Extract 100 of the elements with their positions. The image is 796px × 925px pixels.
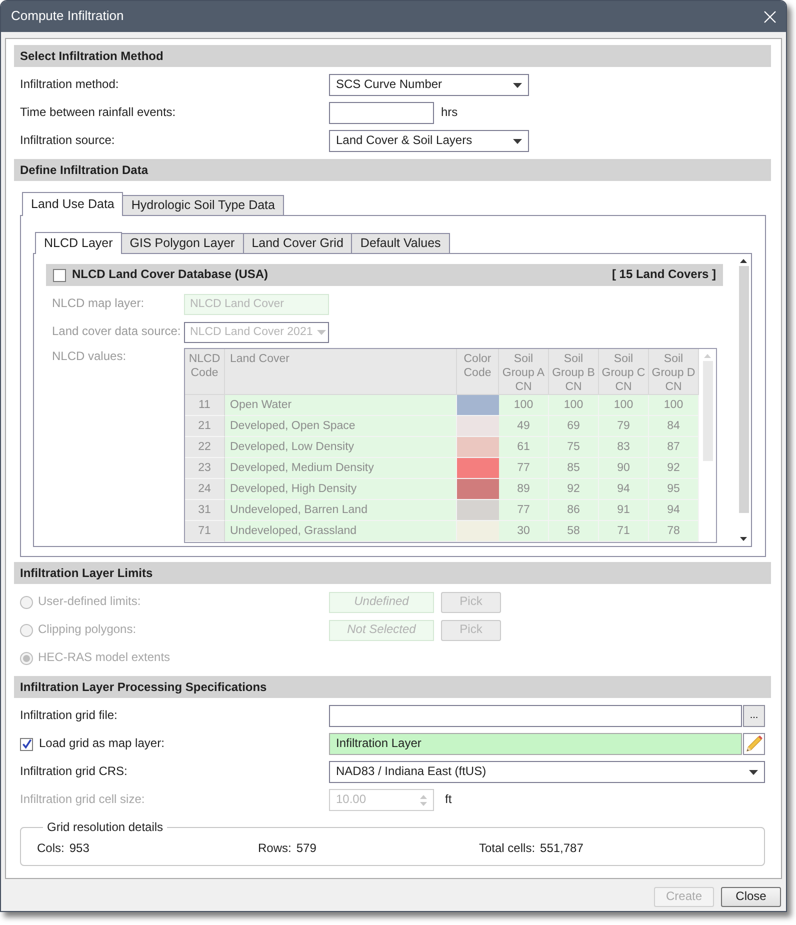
table-cell: 78 [649, 521, 699, 542]
field-label: Infiltration source: [20, 133, 116, 149]
table-cell: Undeveloped, Grassland [225, 521, 457, 542]
column-header: Soil Group D CN [649, 349, 699, 395]
group-box-title: Grid resolution details [46, 820, 164, 834]
table-cell: Developed, High Density [225, 479, 457, 500]
detail-label: Cols: [37, 841, 64, 855]
caret-icon[interactable] [749, 770, 758, 774]
table-cell: 92 [649, 458, 699, 479]
section-header: Define Infiltration Data [14, 159, 771, 181]
table-cell: 77 [499, 458, 549, 479]
caret-icon[interactable] [513, 138, 522, 144]
table-cell: 21 [185, 416, 225, 437]
group-title: NLCD Land Cover Database (USA) [72, 267, 268, 283]
table-cell: Developed, Low Density [225, 437, 457, 458]
edit-button[interactable] [743, 733, 765, 755]
field-label: Infiltration grid file: [20, 708, 118, 724]
table-cell: 92 [549, 479, 599, 500]
file-path-field[interactable] [329, 705, 742, 727]
field-label: Land cover data source: [52, 324, 182, 340]
section-header: Select Infiltration Method [14, 45, 771, 67]
dialog-button[interactable]: Close [721, 887, 781, 907]
detail-value: 579 [296, 841, 316, 855]
radio-label: User-defined limits: [38, 594, 141, 610]
scroll-up-icon[interactable] [740, 259, 747, 263]
table-cell: 84 [649, 416, 699, 437]
table-cell: 22 [185, 437, 225, 458]
table-cell: 71 [185, 521, 225, 542]
table-cell: 94 [599, 479, 649, 500]
detail-label: Rows: [258, 841, 292, 855]
table-cell: 100 [549, 395, 599, 416]
checkbox[interactable] [53, 268, 66, 282]
layer-name-field[interactable]: Infiltration Layer [329, 733, 742, 755]
table-cell: Developed, Medium Density [225, 458, 457, 479]
dropdown[interactable]: SCS Curve Number [329, 74, 529, 96]
tab[interactable]: GIS Polygon Layer [120, 233, 244, 253]
scrollbar-thumb[interactable] [738, 266, 748, 513]
table-cell: Undeveloped, Barren Land [225, 500, 457, 521]
table-cell: 58 [549, 521, 599, 542]
browse-button[interactable]: ... [743, 705, 765, 727]
table-cell: 90 [599, 458, 649, 479]
tab[interactable]: Land Use Data [22, 192, 124, 216]
close-icon[interactable] [764, 10, 776, 22]
table-cell: Developed, Open Space [225, 416, 457, 437]
table-cell: 83 [599, 437, 649, 458]
field-label: Infiltration method: [20, 77, 120, 93]
input-field[interactable] [329, 102, 434, 124]
table-cell: 49 [499, 416, 549, 437]
table-cell: 23 [185, 458, 225, 479]
table-cell: 100 [649, 395, 699, 416]
detail-value: 953 [69, 841, 90, 855]
table-cell: 61 [499, 437, 549, 458]
table-cell: Open Water [225, 395, 457, 416]
table-cell: 75 [549, 437, 599, 458]
table-cell: 71 [599, 521, 649, 542]
table-cell: 100 [599, 395, 649, 416]
table-cell: 86 [549, 500, 599, 521]
tab[interactable]: Default Values [351, 233, 450, 253]
dropdown[interactable]: Land Cover & Soil Layers [329, 130, 529, 152]
table-cell: 85 [549, 458, 599, 479]
table-cell: 89 [499, 479, 549, 500]
detail-label: Total cells: [479, 841, 536, 855]
detail-value: 551,787 [540, 841, 584, 855]
checkbox[interactable] [20, 738, 33, 750]
table-cell: 77 [499, 500, 549, 521]
section-header: Infiltration Layer Processing Specifications [14, 676, 771, 698]
field-label: Infiltration grid cell size: [20, 792, 146, 808]
field-label: NLCD map layer: [52, 296, 146, 312]
table-cell: 30 [499, 521, 549, 542]
field-label: Infiltration grid CRS: [20, 764, 128, 780]
checkbox-label: Load grid as map layer: [39, 736, 164, 752]
column-header: Soil Group C CN [599, 349, 649, 395]
table-cell: 24 [185, 479, 225, 500]
column-header: Color Code [457, 349, 499, 395]
table-cell: 69 [549, 416, 599, 437]
column-header: Soil Group B CN [549, 349, 599, 395]
table-cell: 31 [185, 500, 225, 521]
table-cell: 94 [649, 500, 699, 521]
column-header: Soil Group A CN [499, 349, 549, 395]
table-cell: 79 [599, 416, 649, 437]
radio-label: Clipping polygons: [38, 622, 136, 638]
table-cell: 100 [499, 395, 549, 416]
table-cell: 91 [599, 500, 649, 521]
table-cell: 11 [185, 395, 225, 416]
land-cover-count: [ 15 Land Covers ] [612, 267, 716, 283]
table-cell: 87 [649, 437, 699, 458]
window-title: Compute Infiltration [11, 8, 124, 25]
column-header: NLCD Code [185, 349, 225, 395]
unit-label: ft [445, 792, 452, 808]
radio-label: HEC-RAS model extents [38, 650, 170, 666]
tab[interactable]: NLCD Layer [35, 232, 122, 254]
section-header: Infiltration Layer Limits [14, 562, 771, 584]
scroll-down-icon[interactable] [740, 537, 747, 541]
unit-label: hrs [441, 105, 458, 121]
column-header: Land Cover [225, 349, 457, 395]
tab[interactable]: Hydrologic Soil Type Data [122, 195, 284, 215]
field-label: Time between rainfall events: [20, 105, 177, 121]
caret-icon[interactable] [513, 82, 522, 88]
tab[interactable]: Land Cover Grid [242, 233, 352, 253]
dropdown[interactable]: NAD83 / Indiana East (ftUS) [329, 761, 765, 783]
